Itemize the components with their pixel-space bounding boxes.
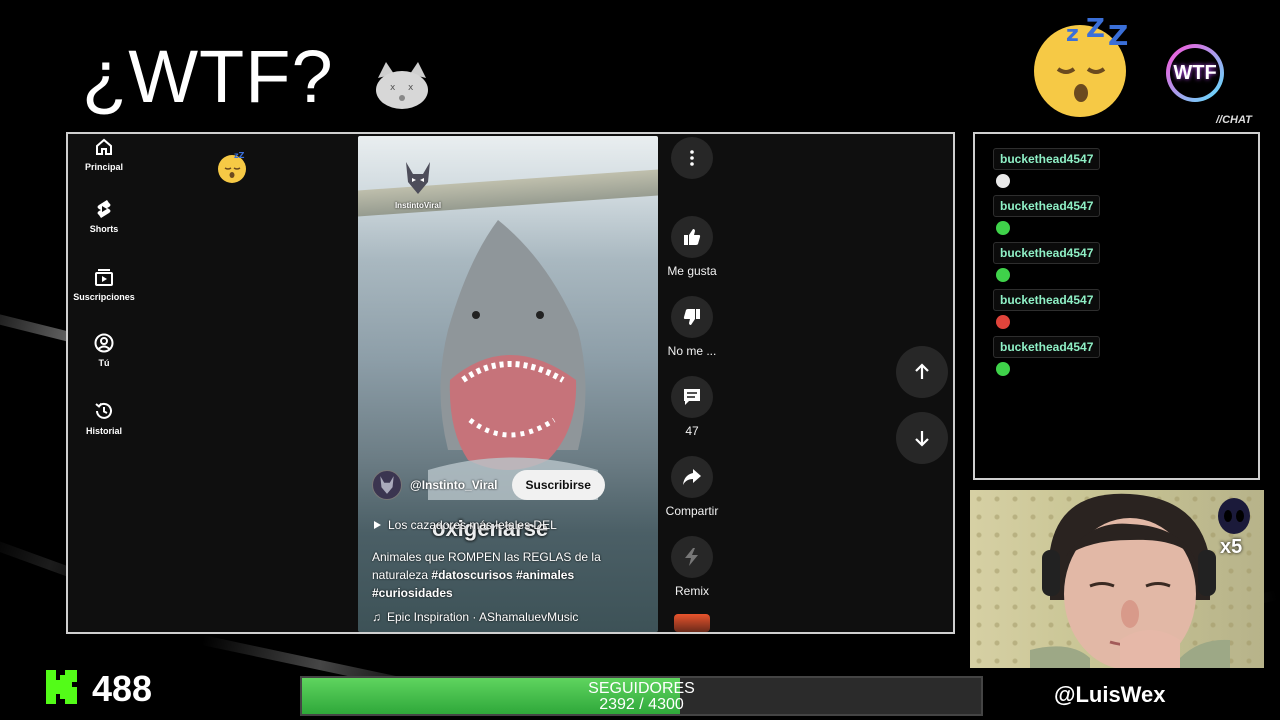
chat-label: //CHAT [1216,114,1252,126]
sidebar-item-historial[interactable]: Historial [68,400,140,436]
more-vert-icon [690,150,694,166]
sound-thumbnail[interactable] [674,614,710,632]
share-icon [683,469,701,485]
kick-follower-count: 488 [92,668,153,709]
remix-icon [685,548,698,566]
youtube-shorts-window: Principal Shorts Suscripciones Tú Histor… [66,132,955,634]
like-button[interactable]: Me gusta [662,216,722,278]
chat-message: buckethead4547 [993,336,1101,376]
comment-icon [684,389,700,405]
sidebar-item-suscripciones[interactable]: Suscripciones [68,266,140,302]
sidebar-item-principal[interactable]: Principal [68,136,140,172]
thumbs-down-icon [683,309,700,325]
sidebar-item-label: Suscripciones [73,292,135,302]
music-note-icon: ♫ [372,610,381,624]
music-credit[interactable]: ♫ Epic Inspiration · AShamaluevMusic [372,610,578,624]
channel-watermark: InstintoViral [388,160,448,210]
chat-emote-icon [996,315,1010,329]
sidebar-item-label: Shorts [89,224,119,234]
arrow-up-icon [915,363,929,379]
remix-label: Remix [674,584,709,598]
chat-panel: buckethead4547 buckethead4547 buckethead… [973,132,1260,480]
sidebar-item-label: Historial [85,426,122,436]
chat-emote-icon [996,362,1010,376]
chat-username[interactable]: buckethead4547 [993,336,1101,358]
short-video-player[interactable]: InstintoViral oxigenarse @Instinto_Viral… [358,136,658,632]
sidebar-item-label: Principal [84,162,123,172]
video-description: Animales que ROMPEN las REGLAS de la nat… [372,548,642,602]
wtf-logo-text: WTF [1173,61,1217,84]
kick-logo-icon [46,670,77,704]
dislike-label: No me ... [667,344,717,358]
streamer-face [1030,493,1230,668]
home-icon [93,136,115,158]
share-button[interactable]: Compartir [662,456,722,518]
like-label: Me gusta [667,264,717,278]
wolf-icon [406,162,430,194]
goal-progress: 2392 / 4300 [599,696,684,713]
thumbs-up-icon [684,229,701,245]
remix-button[interactable]: Remix [662,536,722,598]
sleeping-emoji-icon: z Z Z [1034,15,1128,117]
shorts-icon [93,198,115,220]
emote-multiplier: x5 [1220,536,1243,558]
channel-avatar[interactable] [372,470,402,500]
hashtag[interactable]: #animales [516,568,574,582]
overlay-title: ¿WTF? [82,35,334,118]
play-icon [374,521,381,529]
sidebar-item-label: Tú [98,358,110,368]
chat-emote-icon [996,268,1010,282]
alien-emote-icon [1218,498,1250,534]
chat-username[interactable]: buckethead4547 [993,289,1101,311]
playlist-link[interactable]: Los cazadores más letales DEL [372,518,557,532]
shark-image [428,220,598,500]
sleeping-emoji-icon: zZ [218,151,246,183]
user-icon [93,332,115,354]
chat-message: buckethead4547 [993,242,1101,282]
playlist-title: Los cazadores más letales DEL [388,518,557,532]
comment-count: 47 [685,424,699,438]
subscribe-button[interactable]: Suscribirse [511,470,605,500]
next-short-button[interactable] [896,412,948,464]
previous-short-button[interactable] [896,346,948,398]
channel-name[interactable]: @Instinto_Viral [410,478,498,492]
more-options-button[interactable] [671,137,713,179]
svg-text:Z: Z [1108,19,1128,52]
channel-row: @Instinto_Viral Suscribirse [372,470,605,500]
follower-goal-bar: SEGUIDORES 2392 / 4300 [300,676,983,716]
svg-text:x: x [390,83,396,93]
chat-username[interactable]: buckethead4547 [993,195,1101,217]
chat-message: buckethead4547 [993,148,1101,188]
hashtag[interactable]: #curiosidades [372,586,453,600]
follower-goal-text: SEGUIDORES 2392 / 4300 [302,678,981,714]
comments-button[interactable]: 47 [662,376,722,438]
svg-text:z: z [1066,22,1079,47]
share-label: Compartir [665,504,719,518]
arrow-down-icon [915,431,929,447]
hashtag[interactable]: #datoscurisos [431,568,512,582]
chat-username[interactable]: buckethead4547 [993,148,1101,170]
wolf-icon [380,476,394,494]
chat-emote-icon [996,221,1010,235]
chat-message: buckethead4547 [993,289,1101,329]
goal-label: SEGUIDORES [588,680,695,697]
wtf-logo: WTF [1166,44,1224,102]
svg-text:x: x [408,83,414,93]
sidebar-item-shorts[interactable]: Shorts [68,198,140,234]
subscriptions-icon [93,266,115,288]
dislike-button[interactable]: No me ... [662,296,722,358]
chat-emote-icon [996,174,1010,188]
streamer-handle: @LuisWex [1054,682,1166,707]
cat-face-icon: x x [376,62,428,109]
music-title: Epic Inspiration · AShamaluevMusic [387,610,579,624]
chat-message: buckethead4547 [993,195,1101,235]
sidebar-item-tu[interactable]: Tú [68,332,140,368]
history-icon [93,400,115,422]
watermark-text: InstintoViral [394,201,442,210]
svg-text:zZ: zZ [234,151,245,160]
svg-text:Z: Z [1086,15,1105,44]
chat-username[interactable]: buckethead4547 [993,242,1101,264]
